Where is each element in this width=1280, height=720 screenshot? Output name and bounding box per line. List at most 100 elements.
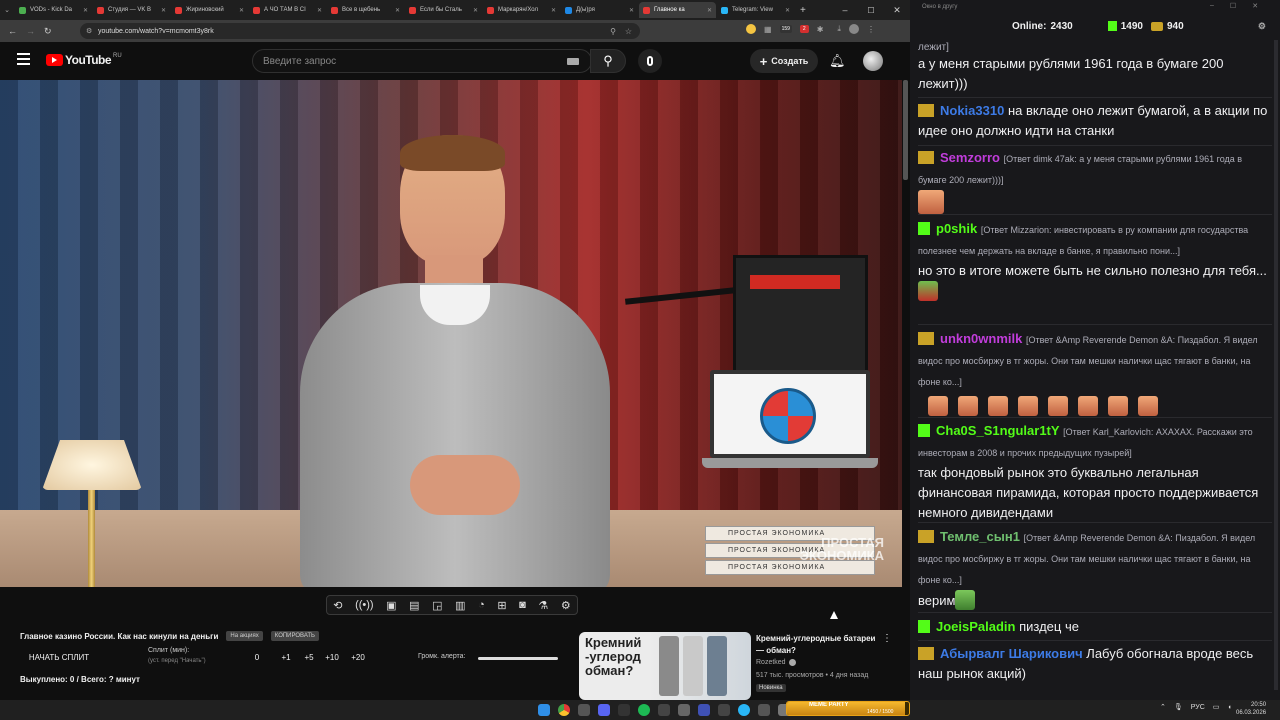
extension-badge-2[interactable]: 2 (799, 25, 809, 33)
browser-tab[interactable]: Маркарян/Хол ✕ (483, 2, 560, 18)
app-icon[interactable] (718, 704, 730, 716)
notifications-bell-icon[interactable]: 🔔︎ (829, 53, 846, 69)
network-icon[interactable]: ▭ (1213, 703, 1220, 711)
split-add-1[interactable]: +1 (274, 653, 298, 662)
browser-tab[interactable]: А ЧО ТАМ В СІ ✕ (249, 2, 326, 18)
browser-tab[interactable]: Если бы Сталь ✕ (405, 2, 482, 18)
tab-close-icon[interactable]: ✕ (473, 7, 478, 14)
message-username[interactable]: Semzorro (940, 150, 1000, 165)
chat-settings-icon[interactable]: ⚙ (1258, 21, 1266, 32)
url-field[interactable]: ⚙ youtube.com/watch?v=mcmomt3y8rk ⚲ ☆ (80, 23, 640, 39)
message-username[interactable]: JoeisPaladin (936, 619, 1015, 634)
bookmark-star-icon[interactable]: ☆ (625, 27, 632, 36)
tab-close-icon[interactable]: ✕ (317, 7, 322, 14)
download-icon[interactable]: ⤓ (837, 24, 841, 34)
message-username[interactable]: Темле_сын1 (940, 529, 1020, 544)
profile-icon[interactable] (848, 24, 859, 34)
tray-chevron-icon[interactable]: ⌃ (1160, 703, 1166, 711)
discord-icon[interactable] (598, 704, 610, 716)
split-value-0[interactable]: 0 (240, 653, 274, 662)
chat-maximize-icon[interactable]: ☐ (1230, 2, 1236, 10)
app-icon[interactable] (578, 704, 590, 716)
chat-scrollbar[interactable] (1274, 40, 1278, 690)
message-username[interactable]: Абырвалг Шарикович (940, 646, 1083, 661)
search-button[interactable]: ⚲ (590, 49, 626, 73)
extension-dot-icon[interactable] (746, 24, 756, 34)
recommended-menu-icon[interactable]: ⋮ (882, 633, 892, 644)
split-add-10[interactable]: +10 (320, 653, 344, 662)
start-split-button[interactable]: НАЧАТЬ СПЛИТ (20, 651, 98, 665)
page-scrollbar[interactable] (903, 80, 908, 180)
split-add-20[interactable]: +20 (344, 653, 372, 662)
volume-icon[interactable]: ◖ (1227, 704, 1231, 711)
tab-close-icon[interactable]: ✕ (161, 7, 166, 14)
hamburger-menu-icon[interactable] (17, 53, 30, 65)
message-username[interactable]: Cha0S_S1ngular1tY (936, 423, 1060, 438)
maximize-icon[interactable]: ☐ (858, 6, 884, 15)
browser-tab[interactable]: Telegram: View ✕ (717, 2, 794, 18)
browser-tab[interactable]: Студия — VK В ✕ (93, 2, 170, 18)
extension-badge-1[interactable]: 159 (779, 25, 792, 33)
recommended-channel[interactable]: Rozetked (756, 659, 786, 666)
forward-icon[interactable]: → (26, 26, 35, 36)
tab-list-chevron-icon[interactable]: ⌄ (0, 6, 14, 14)
alert-volume-slider[interactable] (478, 657, 558, 660)
browser-tab[interactable]: Д(ы)ря ✕ (561, 2, 638, 18)
start-menu-icon[interactable] (538, 704, 550, 716)
meme-party-widget[interactable]: MEME PARTY 1450 / 1500 (786, 701, 910, 716)
youtube-logo[interactable]: YouTube RU (46, 53, 122, 67)
reload-icon[interactable]: ↻ (44, 26, 52, 37)
minimize-icon[interactable]: – (832, 5, 858, 15)
account-avatar[interactable] (863, 51, 883, 71)
subtitles-icon[interactable]: ▥ (455, 599, 465, 612)
recommended-thumbnail[interactable]: Кремний -углерод обман? (579, 632, 751, 700)
keyboard-language[interactable]: РУС (1191, 704, 1205, 711)
pip-icon[interactable]: ◲ (432, 599, 442, 612)
new-tab-icon[interactable]: + (800, 5, 806, 16)
menu-dots-icon[interactable]: ⋮ (867, 25, 875, 34)
flask-icon[interactable]: ⚗ (538, 599, 548, 612)
chat-close-icon[interactable]: ✕ (1252, 2, 1258, 10)
copy-button[interactable]: КОПИРОВАТЬ (270, 631, 319, 641)
tab-close-icon[interactable]: ✕ (707, 7, 712, 14)
settings-gear-icon[interactable]: ⚙ (561, 599, 571, 612)
zoom-icon[interactable]: ⚲ (610, 27, 616, 36)
extension-grid-icon[interactable]: ▦ (764, 25, 772, 34)
tab-close-icon[interactable]: ✕ (83, 7, 88, 14)
app-icon[interactable] (758, 704, 770, 716)
telegram-icon[interactable] (738, 704, 750, 716)
clock[interactable]: 20:50 06.03.2026 (1236, 701, 1266, 717)
loop-icon[interactable]: ⟲ (333, 599, 342, 612)
tab-close-icon[interactable]: ✕ (785, 7, 790, 14)
browser-tab[interactable]: Жириновский ✕ (171, 2, 248, 18)
screen-icon[interactable]: ▣ (386, 599, 396, 612)
close-window-icon[interactable]: ✕ (884, 5, 910, 16)
tab-close-icon[interactable]: ✕ (395, 7, 400, 14)
browser-tab[interactable]: VODs - Kick Da ✕ (15, 2, 92, 18)
message-username[interactable]: unkn0wnmilk (940, 331, 1022, 346)
app-icon[interactable] (658, 704, 670, 716)
speed-icon[interactable]: ◔ (478, 599, 485, 611)
spotify-icon[interactable] (638, 704, 650, 716)
browser-tab[interactable]: Главное ка ✕ (639, 2, 716, 18)
audio-icon[interactable]: ((•)) (355, 599, 374, 611)
keyboard-icon[interactable] (567, 57, 579, 65)
camera-icon[interactable]: ◙ (519, 599, 526, 611)
site-info-icon[interactable]: ⚙ (86, 27, 92, 35)
film-icon[interactable]: ▤ (409, 599, 419, 612)
microphone-tray-icon[interactable]: 🎙︎ (1174, 703, 1183, 711)
chat-minimize-icon[interactable]: – (1210, 2, 1214, 10)
message-username[interactable]: Nokia3310 (940, 103, 1004, 118)
app-icon[interactable] (618, 704, 630, 716)
search-input[interactable]: Введите запрос (252, 49, 592, 73)
app-icon[interactable] (678, 704, 690, 716)
chip-on-stocks[interactable]: На акциях (226, 631, 263, 641)
player-icon[interactable] (698, 704, 710, 716)
tab-close-icon[interactable]: ✕ (629, 7, 634, 14)
tab-close-icon[interactable]: ✕ (239, 7, 244, 14)
back-icon[interactable]: ← (8, 26, 17, 36)
add-screen-icon[interactable]: ⊞ (497, 599, 506, 612)
voice-search-button[interactable] (638, 49, 662, 73)
chrome-icon[interactable] (558, 704, 570, 716)
extensions-puzzle-icon[interactable]: ✱ (817, 25, 824, 34)
